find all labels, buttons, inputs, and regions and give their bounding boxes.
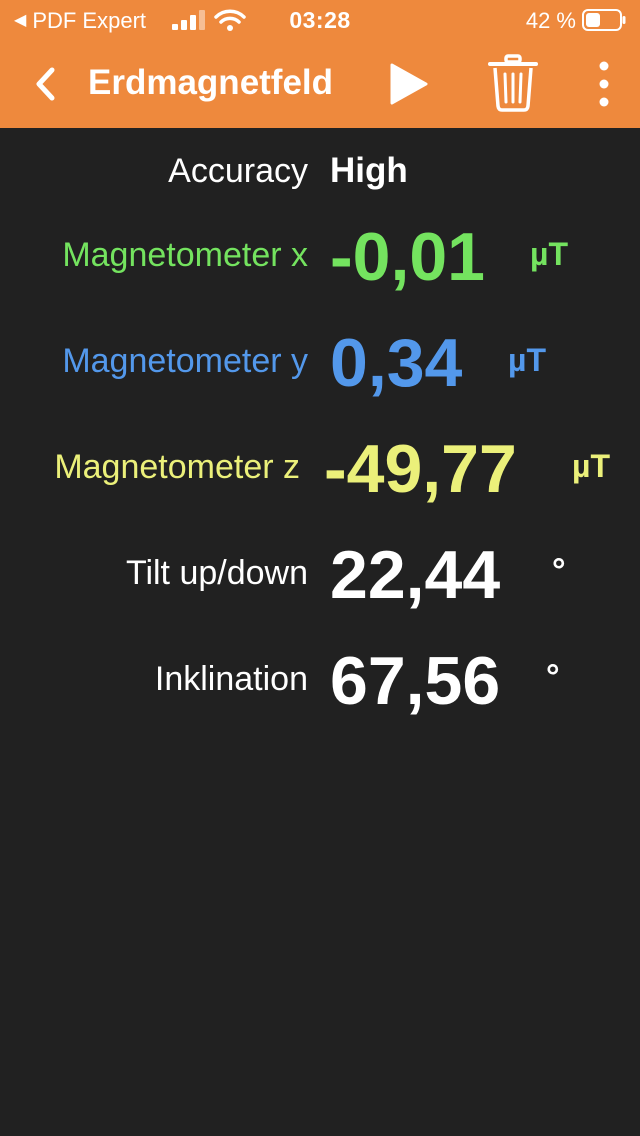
chevron-left-icon bbox=[36, 67, 55, 101]
tilt-unit: ° bbox=[552, 552, 566, 590]
navigation-bar: Erdmagnetfeld bbox=[0, 40, 640, 128]
inclination-row: Inklination 67,56 ° bbox=[0, 640, 640, 720]
status-bar: ◀ PDF Expert 03:28 42 % bbox=[0, 0, 640, 40]
tilt-row: Tilt up/down 22,44 ° bbox=[0, 534, 640, 614]
battery-percent: 42 % bbox=[525, 8, 576, 33]
trash-icon[interactable] bbox=[486, 54, 540, 112]
accuracy-value: High bbox=[330, 151, 408, 190]
magnetometer-x-value: -0,01 bbox=[330, 219, 485, 295]
magnetometer-y-label: Magnetometer y bbox=[62, 342, 308, 380]
magnetometer-y-row: Magnetometer y 0,34 µT bbox=[0, 322, 640, 402]
magnetometer-x-unit: µT bbox=[530, 236, 568, 272]
magnetometer-y-unit: µT bbox=[508, 342, 546, 378]
battery-icon bbox=[582, 9, 626, 31]
accuracy-label: Accuracy bbox=[168, 152, 308, 190]
inclination-label: Inklination bbox=[154, 660, 308, 698]
page-title: Erdmagnetfeld bbox=[88, 63, 334, 102]
tilt-value: 22,44 bbox=[330, 537, 501, 613]
inclination-value: 67,56 bbox=[330, 643, 501, 719]
magnetometer-z-row: Magnetometer z -49,77 µT bbox=[0, 428, 640, 508]
magnetometer-y-value: 0,34 bbox=[330, 325, 463, 401]
play-icon[interactable] bbox=[384, 60, 432, 108]
tilt-label: Tilt up/down bbox=[125, 554, 308, 592]
magnetometer-z-value: -49,77 bbox=[324, 431, 517, 507]
magnetometer-x-label: Magnetometer x bbox=[62, 236, 308, 274]
magnetometer-z-unit: µT bbox=[572, 448, 610, 484]
magnetometer-z-label: Magnetometer z bbox=[54, 448, 300, 486]
back-button[interactable] bbox=[22, 58, 68, 110]
inclination-unit: ° bbox=[546, 658, 560, 696]
app-screen: ◀ PDF Expert 03:28 42 % Erdmagnetfeld Ac… bbox=[0, 0, 640, 1136]
magnetometer-x-row: Magnetometer x -0,01 µT bbox=[0, 216, 640, 296]
more-options-icon[interactable] bbox=[588, 58, 620, 110]
accuracy-row: Accuracy High bbox=[0, 150, 640, 200]
